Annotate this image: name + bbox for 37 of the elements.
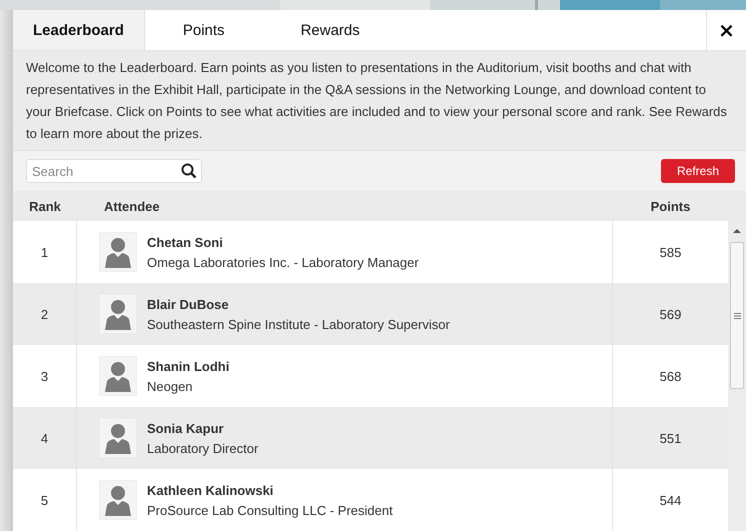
points-cell: 585: [660, 244, 682, 260]
attendee-name: Kathleen Kalinowski: [147, 482, 274, 498]
rank-cell: 1: [40, 244, 48, 260]
scroll-thumb[interactable]: [730, 242, 744, 389]
refresh-button[interactable]: Refresh: [661, 159, 735, 183]
attendee-detail: Southeastern Spine Institute - Laboratory Supervisor: [147, 316, 450, 332]
column-header: Points: [650, 198, 692, 214]
points-cell: 569: [660, 306, 682, 322]
rank-cell: 5: [40, 492, 48, 508]
scroll-up-icon[interactable]: [733, 228, 741, 234]
avatar-icon: [99, 418, 137, 458]
attendee-name: Shanin Lodhi: [147, 358, 230, 374]
points-cell: 568: [660, 368, 682, 384]
rank-cell: 2: [40, 306, 48, 322]
attendee-detail: ProSource Lab Consulting LLC - President: [147, 502, 393, 518]
attendee-name: Sonia Kapur: [147, 420, 225, 436]
search-icon: [181, 163, 197, 179]
tab[interactable]: Leaderboard: [13, 10, 145, 50]
avatar-icon: [99, 356, 137, 396]
points-cell: 544: [660, 492, 682, 508]
points-cell: 551: [660, 430, 682, 446]
rank-cell: 3: [40, 368, 48, 384]
rank-cell: 4: [40, 430, 48, 446]
column-header: Rank: [28, 198, 62, 214]
grip-icon: [734, 312, 740, 318]
attendee-name: Chetan Soni: [147, 234, 224, 250]
attendee-name: Blair DuBose: [147, 296, 230, 312]
scrollbar[interactable]: [728, 221, 746, 531]
attendee-detail: Laboratory Director: [147, 440, 258, 456]
search-field[interactable]: Search: [26, 159, 202, 183]
column-header: Attendee: [103, 198, 161, 214]
avatar-icon: [99, 480, 137, 520]
avatar-icon: [99, 232, 137, 272]
avatar-icon: [99, 294, 137, 334]
intro-text: Welcome to the Leaderboard. Earn points as you listen to presentations in the Auditorium, visit booths and chat with representatives in the Exhibit Hall, participate in the Q&A sessions in the Networking Lounge, and download content to your Briefcase. Click on Points to see what activities are included and to view your personal score and rank. See Rewards to learn more about the prizes.: [13, 51, 746, 150]
attendee-detail: Omega Laboratories Inc. - Laboratory Manager: [147, 254, 419, 270]
attendee-detail: Neogen: [147, 378, 194, 394]
